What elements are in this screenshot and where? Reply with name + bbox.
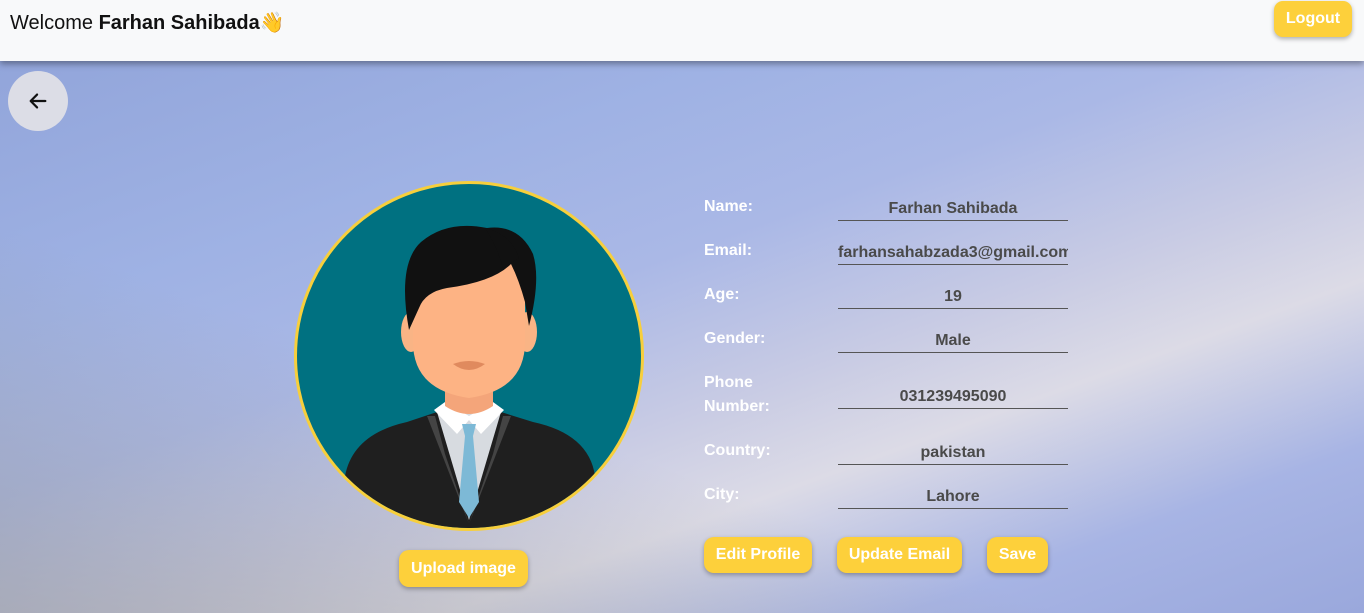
email-field[interactable]: farhansahabzada3@gmail.com [838,241,1068,265]
user-name: Farhan Sahibada [98,12,260,34]
update-email-button[interactable]: Update Email [837,537,962,573]
save-button[interactable]: Save [987,537,1048,573]
edit-profile-button[interactable]: Edit Profile [704,537,812,573]
back-button[interactable] [8,71,68,131]
upload-image-button[interactable]: Upload image [399,550,528,587]
gender-label: Gender: [704,330,766,347]
wave-icon: 👋 [259,12,285,34]
gender-field[interactable]: Male [838,329,1068,353]
city-field[interactable]: Lahore [838,485,1068,509]
logout-button[interactable]: Logout [1274,1,1352,37]
welcome-prefix: Welcome [10,12,93,34]
age-label: Age: [704,286,740,303]
name-field[interactable]: Farhan Sahibada [838,197,1068,221]
arrow-left-icon [29,93,47,109]
country-label: Country: [704,442,771,459]
name-label: Name: [704,198,753,215]
country-field[interactable]: pakistan [838,441,1068,465]
user-avatar-illustration [343,225,597,528]
phone-field[interactable]: 031239495090 [838,385,1068,409]
welcome-message: Welcome Farhan Sahibada👋 [10,10,285,35]
profile-avatar [294,181,644,531]
age-field[interactable]: 19 [838,285,1068,309]
phone-label: Phone Number: [704,374,770,415]
top-navbar: Welcome Farhan Sahibada👋 Logout [0,0,1364,61]
city-label: City: [704,486,740,503]
background-shade [0,0,1364,613]
email-label: Email: [704,242,753,259]
